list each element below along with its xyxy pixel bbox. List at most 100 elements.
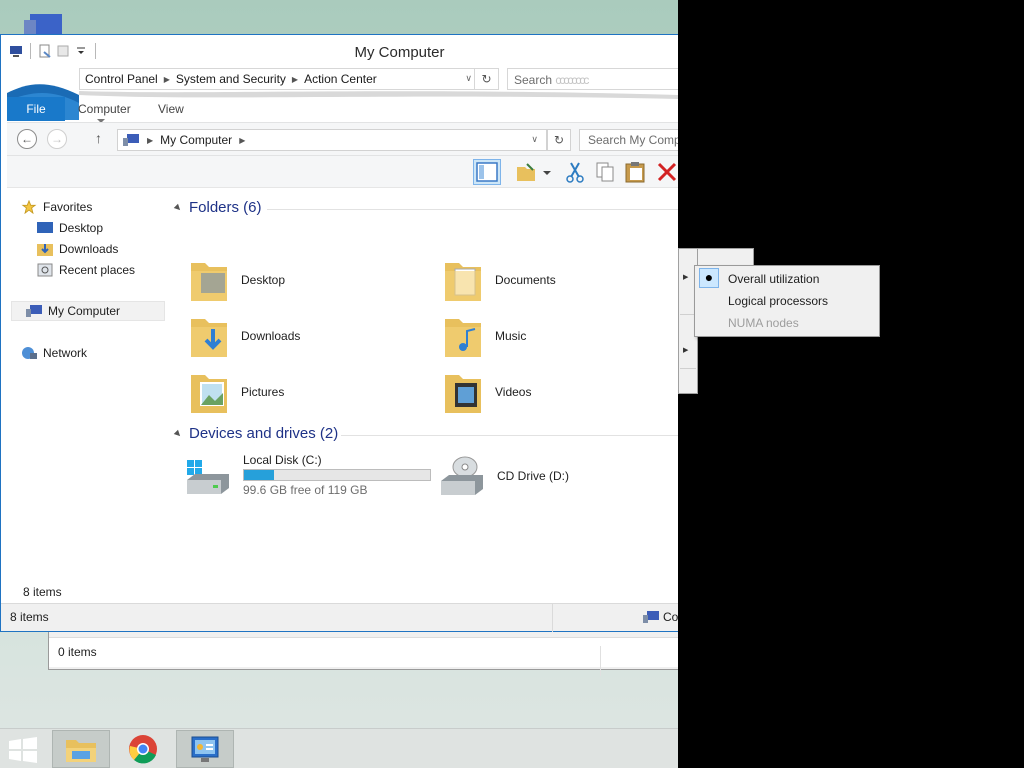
folder-item-music[interactable]: Music xyxy=(443,313,526,359)
recent-places-icon xyxy=(37,263,53,277)
tab-computer[interactable]: Computer xyxy=(78,97,131,121)
hard-drive-icon xyxy=(187,460,229,494)
tab-file[interactable]: File xyxy=(7,97,65,121)
background-window-status-text: 0 items xyxy=(58,645,97,659)
control-panel-search-input[interactable]: Search cccccccc xyxy=(507,68,678,90)
folder-item-pictures[interactable]: Pictures xyxy=(189,369,284,415)
pictures-folder-icon xyxy=(191,375,227,413)
paste-button[interactable] xyxy=(621,159,649,185)
explorer-window[interactable]: My Computer Control Panel ▶ System and S… xyxy=(0,34,678,632)
window-title: My Computer xyxy=(354,44,445,61)
divider xyxy=(600,646,601,676)
inner-item-count: 8 items xyxy=(23,585,62,599)
menu-separator xyxy=(680,368,696,369)
breadcrumb-item[interactable]: System and Security xyxy=(176,72,286,86)
sidebar-item-network[interactable]: Network xyxy=(21,343,87,363)
properties-folder-icon xyxy=(517,163,551,181)
menu-item-overall-utilization[interactable]: Overall utilization xyxy=(695,268,879,290)
folder-label: Documents xyxy=(495,273,556,287)
sidebar-item-recent-places[interactable]: Recent places xyxy=(37,260,135,280)
control-panel-address-bar[interactable]: Control Panel ▶ System and Security ▶ Ac… xyxy=(79,68,499,90)
chevron-right-icon[interactable]: ▶ xyxy=(239,136,245,145)
taskbar-chrome[interactable] xyxy=(114,730,172,768)
documents-folder-icon xyxy=(445,263,481,301)
collapse-icon[interactable] xyxy=(173,429,183,438)
sidebar-item-label: Downloads xyxy=(59,242,119,256)
chevron-down-icon[interactable]: ∨ xyxy=(531,134,538,145)
utilization-submenu: ● Overall utilization Logical processors… xyxy=(694,265,880,337)
divider xyxy=(552,604,553,632)
search-input[interactable]: Search My Comp xyxy=(579,129,678,151)
taskbar-control-panel[interactable] xyxy=(176,730,234,768)
folders-group-header[interactable]: Folders (6) xyxy=(173,199,262,216)
desktop-icon xyxy=(37,222,53,233)
breadcrumb-item[interactable]: Control Panel xyxy=(85,72,158,86)
title-bar[interactable]: My Computer xyxy=(1,35,678,65)
submenu-arrow-icon[interactable]: ▶ xyxy=(683,346,688,354)
tab-view[interactable]: View xyxy=(158,97,184,121)
devices-group-header[interactable]: Devices and drives (2) xyxy=(173,425,339,442)
chevron-right-icon[interactable]: ▶ xyxy=(164,75,170,84)
sidebar-item-favorites[interactable]: Favorites xyxy=(21,197,92,217)
folder-item-videos[interactable]: Videos xyxy=(443,369,531,415)
chevron-down-icon[interactable]: ∨ xyxy=(465,73,472,84)
content-pane: Folders (6) Desktop Documents Downloads … xyxy=(171,189,678,585)
folder-label: Videos xyxy=(495,385,532,399)
group-divider xyxy=(267,209,678,210)
sidebar-item-label: My Computer xyxy=(48,304,121,318)
command-toolbar xyxy=(7,156,678,188)
folder-item-downloads[interactable]: Downloads xyxy=(189,313,300,359)
properties-button[interactable] xyxy=(511,159,555,185)
sidebar-item-downloads[interactable]: Downloads xyxy=(37,239,118,259)
back-button[interactable]: ← xyxy=(17,129,37,149)
devices-group-title: Devices and drives (2) xyxy=(189,425,339,442)
address-location[interactable]: My Computer xyxy=(160,133,232,147)
drive-item-local-disk[interactable]: Local Disk (C:) 99.6 GB free of 119 GB xyxy=(185,453,431,497)
menu-item-numa-nodes: NUMA nodes xyxy=(728,316,799,330)
preview-pane-button[interactable] xyxy=(473,159,501,185)
status-computer-indicator: Co xyxy=(643,610,678,624)
up-button[interactable]: ↑ xyxy=(95,130,102,146)
address-bar[interactable]: ▶ My Computer ▶ ∨ xyxy=(117,129,547,151)
drive-free-space: 99.6 GB free of 119 GB xyxy=(243,483,368,497)
inner-status-area: 8 items xyxy=(7,585,678,601)
copy-button[interactable] xyxy=(591,159,619,185)
folder-label: Desktop xyxy=(241,273,286,287)
chevron-right-icon[interactable]: ▶ xyxy=(292,75,298,84)
collapse-icon[interactable] xyxy=(173,203,183,212)
forward-button[interactable]: → xyxy=(47,129,67,149)
file-explorer-icon xyxy=(66,740,96,762)
videos-folder-icon xyxy=(445,375,481,413)
windows-start-icon[interactable] xyxy=(8,737,38,763)
network-icon xyxy=(22,347,37,359)
status-bar: 8 items Co xyxy=(1,603,678,632)
delete-icon xyxy=(657,162,677,182)
sidebar-item-label: Desktop xyxy=(59,221,104,235)
sidebar-item-my-computer[interactable]: My Computer xyxy=(11,301,165,321)
preview-pane-icon xyxy=(476,162,498,182)
refresh-button[interactable]: ↻ xyxy=(547,129,571,151)
drive-item-cd-drive[interactable]: CD Drive (D:) xyxy=(439,455,569,497)
taskbar-file-explorer[interactable] xyxy=(52,730,110,768)
folder-item-desktop[interactable]: Desktop xyxy=(189,257,285,303)
background-window-statusbar: 0 items xyxy=(49,637,678,676)
music-folder-icon xyxy=(445,319,481,357)
chevron-right-icon[interactable]: ▶ xyxy=(147,136,153,145)
ribbon-tabs: File Computer View xyxy=(7,97,678,123)
status-right-label: Co xyxy=(663,610,678,624)
sidebar-item-desktop[interactable]: Desktop xyxy=(37,218,103,238)
search-scribble-graphic: cccccccc xyxy=(555,73,589,87)
copy-icon xyxy=(596,162,614,182)
desktop: 0 items My Computer Control Panel ▶ Syst… xyxy=(0,0,678,768)
drive-usage-bar xyxy=(243,469,431,481)
folder-item-documents[interactable]: Documents xyxy=(443,257,556,303)
computer-icon xyxy=(643,611,659,623)
breadcrumb-item[interactable]: Action Center xyxy=(304,72,377,86)
submenu-arrow-icon[interactable]: ▶ xyxy=(683,273,688,281)
refresh-icon[interactable]: ↻ xyxy=(474,69,498,89)
cut-button[interactable] xyxy=(561,159,589,185)
menu-item-logical-processors[interactable]: Logical processors xyxy=(695,290,879,312)
delete-button[interactable] xyxy=(653,159,678,185)
computer-icon[interactable] xyxy=(14,8,62,34)
background-window[interactable]: 0 items xyxy=(48,628,678,676)
